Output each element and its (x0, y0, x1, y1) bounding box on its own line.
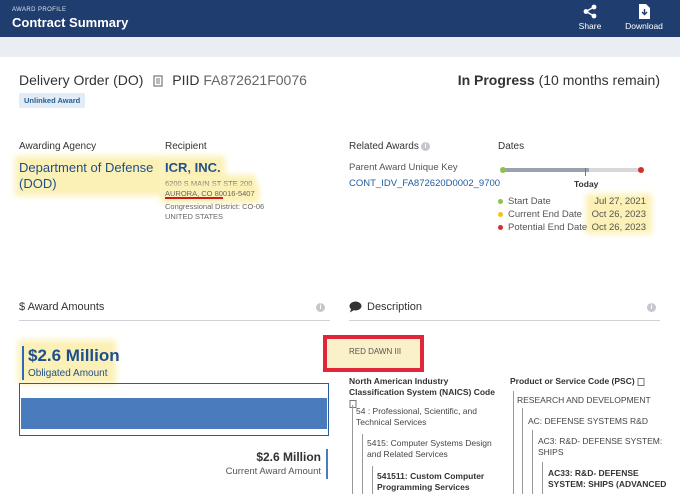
potential-end-date-value: Oct 26, 2023 (591, 222, 646, 233)
start-date-row: Start Date Jul 27, 2021 (498, 196, 646, 207)
top-header-bar: AWARD PROFILE Contract Summary Share Dow… (0, 0, 680, 37)
share-label: Share (578, 21, 602, 31)
unlinked-award-badge: Unlinked Award (19, 93, 86, 108)
obligated-amount-label: Obligated Amount (28, 368, 108, 379)
current-award-amount-label: Current Award Amount (225, 466, 321, 477)
download-button[interactable]: Download (622, 4, 666, 31)
parent-award-link[interactable]: CONT_IDV_FA872620D0002_9700 (349, 178, 500, 189)
psc-document-icon (637, 377, 645, 386)
document-icon (153, 75, 163, 87)
start-date-dot (498, 198, 503, 204)
psc-level-3: AC3: R&D- DEFENSE SYSTEM: SHIPS (538, 436, 663, 457)
status-detail: (10 months remain) (538, 72, 660, 88)
download-icon (639, 4, 650, 19)
dates-label: Dates (498, 141, 525, 152)
psc-level-2: AC: DEFENSE SYSTEMS R&D (528, 416, 648, 426)
timeline-progress (502, 168, 589, 172)
award-amounts-info-icon[interactable]: i (316, 303, 325, 312)
potential-end-date-label: Potential End Date (508, 222, 588, 233)
recipient-address-line1: 6200 S MAIN ST STE 200 (165, 179, 253, 189)
share-icon (583, 4, 597, 19)
current-end-date-dot (498, 211, 503, 217)
page-eyebrow: AWARD PROFILE (12, 7, 67, 13)
naics-title: North American Industry Classification S… (349, 376, 504, 409)
current-end-date-row: Current End Date Oct 26, 2023 (498, 209, 646, 220)
description-label: Description (367, 301, 423, 313)
speech-bubble-icon (349, 301, 362, 313)
naics-title-text: North American Industry Classification S… (349, 376, 495, 397)
psc-title-text: Product or Service Code (PSC) (510, 376, 635, 386)
psc-tree-line-2 (522, 408, 523, 494)
obligated-marker (22, 346, 24, 380)
today-marker (585, 168, 586, 176)
psc-level-4: AC33: R&D- DEFENSE SYSTEM: SHIPS (ADVANC… (548, 468, 667, 489)
description-divider (349, 320, 660, 321)
start-date-label: Start Date (508, 196, 551, 207)
timeline-start-dot (500, 167, 506, 173)
today-label: Today (574, 179, 599, 189)
recipient-link[interactable]: ICR, INC. (165, 160, 221, 175)
current-end-date-value: Oct 26, 2023 (591, 209, 646, 220)
naics-tree-line-3 (372, 466, 373, 494)
psc-tree-line (513, 391, 514, 494)
obligated-amount-value: $2.6 Million (28, 346, 120, 365)
psc-level-1: RESEARCH AND DEVELOPMENT (517, 395, 651, 405)
related-awards-label: Related Awards (349, 141, 419, 152)
obligated-amount-bar (21, 398, 327, 429)
address-underline (165, 197, 223, 199)
current-amount-marker (326, 449, 328, 479)
piid-value: FA872621F0076 (203, 72, 307, 88)
psc-tree-line-4 (542, 462, 543, 494)
naics-level-2: 5415: Computer Systems Design and Relate… (367, 438, 492, 459)
potential-end-date-row: Potential End Date Oct 26, 2023 (498, 222, 646, 233)
psc-title: Product or Service Code (PSC) (510, 376, 645, 386)
naics-level-1: 54 : Professional, Scientific, and Techn… (356, 406, 477, 427)
download-label: Download (625, 21, 663, 31)
header-spacer-band (0, 37, 680, 57)
recipient-district: Congressional District: CO-06 (165, 202, 265, 211)
share-button[interactable]: Share (568, 4, 612, 31)
current-award-amount-value: $2.6 Million (256, 450, 321, 464)
page-title: Contract Summary (12, 15, 129, 30)
start-date-value: Jul 27, 2021 (594, 196, 646, 207)
recipient-label: Recipient (165, 141, 207, 152)
parent-award-label: Parent Award Unique Key (349, 162, 458, 173)
date-timeline (500, 165, 644, 175)
awarding-agency-link[interactable]: Department of Defense (DOD) (19, 160, 159, 192)
award-amounts-label: $ Award Amounts (19, 301, 105, 313)
potential-end-date-dot (498, 224, 503, 230)
piid-label: PIID (172, 72, 200, 88)
naics-level-3: 541511: Custom Computer Programming Serv… (377, 471, 485, 492)
psc-tree-line-3 (532, 430, 533, 494)
recipient-country: UNITED STATES (165, 212, 224, 221)
naics-tree-line-2 (362, 434, 363, 494)
award-status: In Progress (10 months remain) (458, 72, 660, 88)
award-title-row: Delivery Order (DO) PIID FA872621F0076 (19, 72, 307, 88)
amounts-divider (19, 320, 330, 321)
related-awards-info-icon[interactable]: i (421, 142, 430, 151)
timeline-end-dot (638, 167, 644, 173)
status-text: In Progress (457, 72, 535, 88)
awarding-agency-label: Awarding Agency (19, 141, 97, 152)
description-info-icon[interactable]: i (647, 303, 656, 312)
description-text: RED DAWN III (349, 347, 402, 356)
current-end-date-label: Current End Date (508, 209, 582, 220)
award-type-title: Delivery Order (DO) (19, 72, 144, 88)
naics-tree-line (352, 405, 353, 494)
